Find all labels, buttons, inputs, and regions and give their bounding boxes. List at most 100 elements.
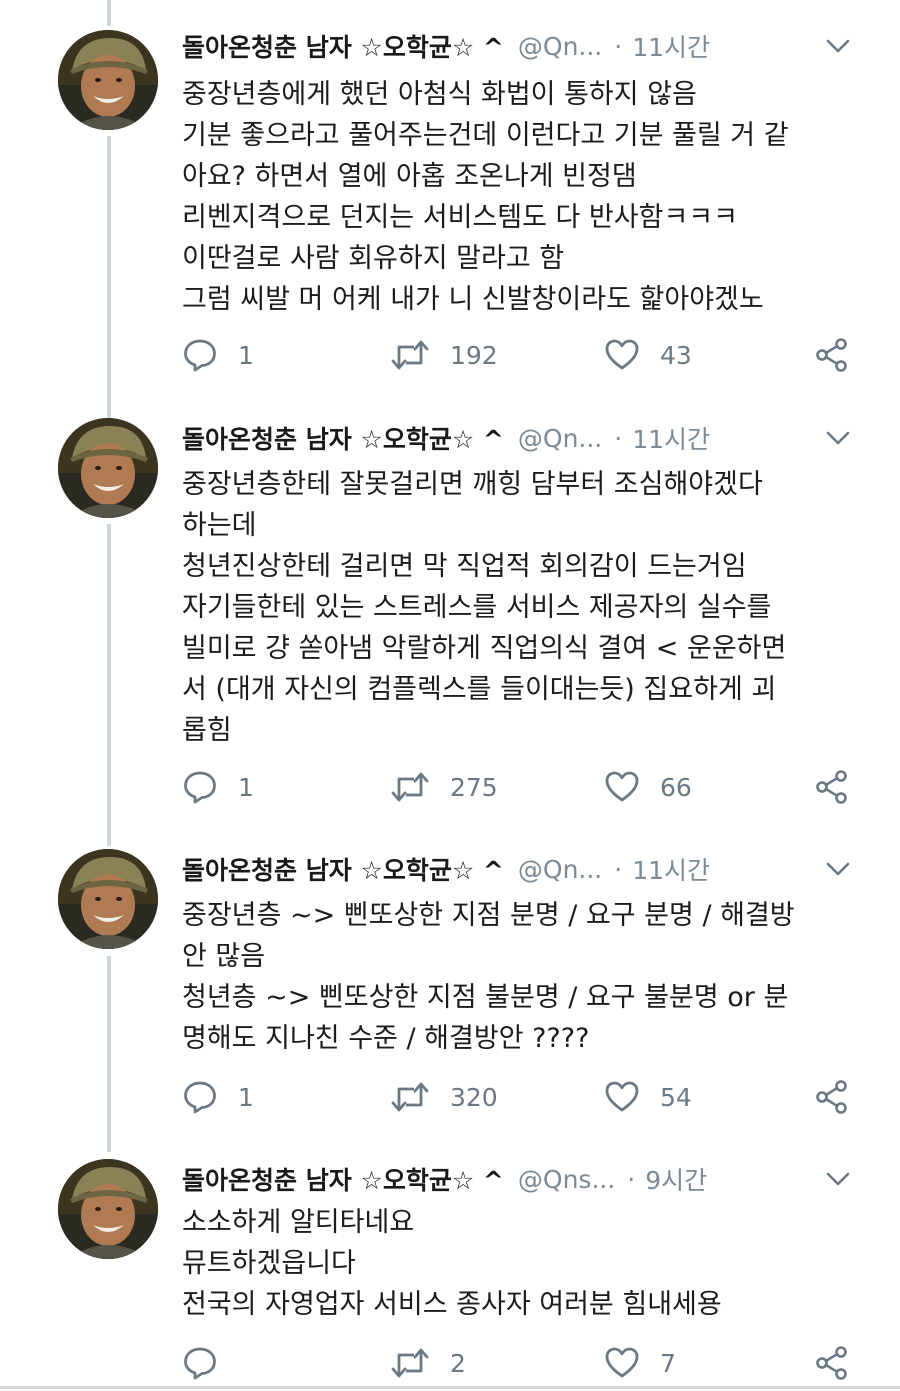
like-count: 43 [660,340,692,370]
chevron-down-icon[interactable] [822,1163,854,1195]
user-handle[interactable]: @Qn... [518,32,602,61]
reply-button[interactable]: 1 [182,335,254,375]
avatar-image [58,30,158,130]
bottom-divider [0,1386,900,1389]
chevron-down-icon[interactable] [822,30,854,62]
separator-dot: · [627,1164,636,1194]
reply-icon [182,1079,218,1115]
avatar[interactable] [58,849,158,949]
reply-button[interactable] [182,1343,238,1383]
reply-button[interactable]: 1 [182,767,254,807]
timestamp[interactable]: 9시간 [645,1161,707,1197]
thread-line [107,956,111,1152]
retweet-button[interactable]: 275 [390,767,498,807]
tweet-actions: 1 320 54 [182,1077,862,1117]
tweet-text-line: 서 (대개 자신의 컴플렉스를 들이대는듯) 집요하게 괴 [182,674,777,705]
retweet-count: 192 [450,340,498,370]
retweet-button[interactable]: 192 [390,335,498,375]
share-icon [814,1079,850,1115]
tweet-text: 중장년층한테 잘못걸리면 깨힝 담부터 조심해야겠다 하는데 청년진상한테 걸리… [182,464,872,751]
display-name[interactable]: 돌아온청춘 남자 ☆오학균☆ ^ [182,851,504,887]
tweet-text-line: 소소하게 알티타네요 [182,1207,415,1238]
retweet-button[interactable]: 2 [390,1343,466,1383]
retweet-button[interactable]: 320 [390,1077,498,1117]
reply-count: 1 [238,340,254,370]
reply-count: 1 [238,772,254,802]
share-button[interactable] [814,1343,850,1383]
tweet-text-line: 중장년층에게 했던 아첨식 화법이 통하지 않음 [182,79,697,110]
tweet-text-line: 중장년층한테 잘못걸리면 깨힝 담부터 조심해야겠다 [182,469,763,500]
tweet-text-line: 빌미로 걍 쏟아냄 악랄하게 직업의식 결여 < 운운하면 [182,633,787,664]
tweet-actions: 1 192 43 [182,335,862,375]
like-button[interactable]: 54 [604,1077,692,1117]
tweet-text-line: 하는데 [182,510,257,541]
like-count: 7 [660,1348,676,1378]
timestamp[interactable]: 11시간 [632,851,710,887]
tweet-header: 돌아온청춘 남자 ☆오학균☆ ^ @Qn... · 11시간 [182,418,710,458]
timestamp[interactable]: 11시간 [632,420,710,456]
separator-dot: · [614,854,623,884]
retweet-count: 275 [450,772,498,802]
reply-icon [182,769,218,805]
tweet-text-line: 전국의 자영업자 서비스 종사자 여러분 힘내세용 [182,1289,722,1320]
share-button[interactable] [814,335,850,375]
reply-icon [182,1345,218,1381]
avatar[interactable] [58,418,158,518]
avatar-image [58,849,158,949]
tweet-actions: 1 275 66 [182,767,862,807]
avatar[interactable] [58,1159,158,1259]
like-count: 54 [660,1082,692,1112]
like-icon [604,1079,640,1115]
reply-count: 1 [238,1082,254,1112]
chevron-down-icon[interactable] [822,853,854,885]
like-count: 66 [660,772,692,802]
thread-line [107,136,111,418]
share-button[interactable] [814,767,850,807]
tweet-text: 중장년층에게 했던 아첨식 화법이 통하지 않음 기분 좋으라고 풀어주는건데 … [182,74,872,320]
timestamp[interactable]: 11시간 [632,28,710,64]
tweet-text: 중장년층 ~> 삔또상한 지점 분명 / 요구 분명 / 해결방 안 많음 청년… [182,895,872,1059]
retweet-icon [390,769,430,805]
tweet-text-line: 기분 좋으라고 풀어주는건데 이런다고 기분 풀릴 거 같 [182,120,789,151]
chevron-down-icon[interactable] [822,422,854,454]
like-button[interactable]: 7 [604,1343,676,1383]
tweet-text-line: 아요? 하면서 열에 아홉 조온나게 빈정댐 [182,161,637,192]
avatar-image [58,418,158,518]
display-name[interactable]: 돌아온청춘 남자 ☆오학균☆ ^ [182,28,504,64]
display-name[interactable]: 돌아온청춘 남자 ☆오학균☆ ^ [182,420,504,456]
tweet-text-line: 롭힘 [182,715,232,746]
like-icon [604,337,640,373]
like-button[interactable]: 66 [604,767,692,807]
share-button[interactable] [814,1077,850,1117]
share-icon [814,337,850,373]
user-handle[interactable]: @Qn... [518,424,602,453]
tweet-text-line: 자기들한테 있는 스트레스를 서비스 제공자의 실수를 [182,592,772,623]
retweet-icon [390,337,430,373]
tweet-text-line: 리벤지격으로 던지는 서비스템도 다 반사함ㅋㅋㅋ [182,202,738,233]
display-name[interactable]: 돌아온청춘 남자 ☆오학균☆ ^ [182,1161,504,1197]
tweet-header: 돌아온청춘 남자 ☆오학균☆ ^ @Qn... · 11시간 [182,26,710,66]
tweet-text-line: 이딴걸로 사람 회유하지 말라고 함 [182,243,565,274]
reply-button[interactable]: 1 [182,1077,254,1117]
thread-line [107,524,111,846]
tweet-text-line: 중장년층 ~> 삔또상한 지점 분명 / 요구 분명 / 해결방 [182,900,795,931]
avatar[interactable] [58,30,158,130]
retweet-icon [390,1345,430,1381]
separator-dot: · [614,423,623,453]
share-icon [814,769,850,805]
thread-line [107,0,111,26]
like-icon [604,1345,640,1381]
tweet-text-line: 뮤트하겠읍니다 [182,1248,356,1279]
tweet-header: 돌아온청춘 남자 ☆오학균☆ ^ @Qn... · 11시간 [182,849,710,889]
user-handle[interactable]: @Qn... [518,855,602,884]
tweet-text-line: 그럼 씨발 머 어케 내가 니 신발창이라도 핥아야겠노 [182,284,764,315]
retweet-icon [390,1079,430,1115]
separator-dot: · [614,31,623,61]
share-icon [814,1345,850,1381]
user-handle[interactable]: @Qns... [518,1165,615,1194]
like-button[interactable]: 43 [604,335,692,375]
tweet-actions: 2 7 [182,1343,862,1383]
tweet-text-line: 안 많음 [182,941,266,972]
tweet-header: 돌아온청춘 남자 ☆오학균☆ ^ @Qns... · 9시간 [182,1159,707,1199]
tweet-text-line: 청년층 ~> 삔또상한 지점 불분명 / 요구 불분명 or 분 [182,982,789,1013]
